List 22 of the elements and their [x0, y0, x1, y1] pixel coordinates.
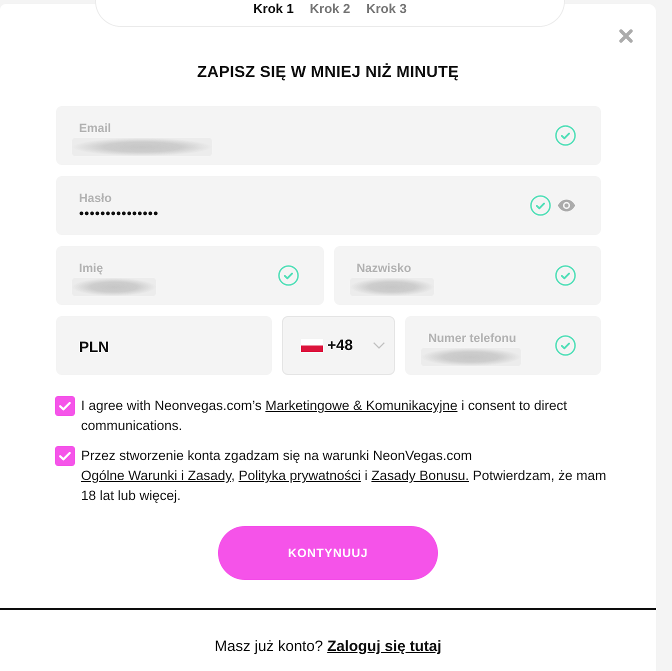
eye-icon: [557, 199, 576, 212]
consent-link[interactable]: Ogólne Warunki i Zasady: [81, 468, 232, 483]
dialog-title: ZAPISZ SIĘ W MNIEJ NIŻ MINUTĘ: [196, 63, 460, 83]
login-prompt: Masz już konto? Zaloguj się tutaj: [214, 637, 442, 657]
flag-icon: [301, 339, 324, 352]
consent-link[interactable]: Polityka prywatności: [238, 468, 361, 483]
checkbox[interactable]: [55, 396, 75, 416]
chevron-down-icon: [373, 342, 386, 349]
close-icon: [619, 29, 633, 43]
checkbox[interactable]: [55, 446, 75, 466]
step-label: Krok 3: [366, 1, 407, 16]
consent-link[interactable]: Zasady Bonusu.: [371, 468, 469, 483]
login-link[interactable]: Zaloguj się tutaj: [327, 638, 442, 655]
close-button[interactable]: [619, 29, 633, 43]
consent-link[interactable]: Marketingowe & Komunikacyjne: [265, 398, 458, 413]
consent-text: Przez stworzenie konta zgadzam się na warunki NeonVegas.com Ogólne Warunki i Zasady, Polityka prywatności i Zasady Bonusu. Potwierdzam, że mam 18 lat lub więcej.: [81, 447, 608, 505]
dial-code-select[interactable]: +48: [282, 316, 396, 375]
consent-text: I agree with Neonvegas.com’s Marketingowe & Komunikacyjne i consent to direct communications.: [81, 397, 568, 435]
currency-select[interactable]: PLN: [56, 316, 272, 375]
step-label: Krok 2: [310, 1, 350, 16]
password-field[interactable]: Hasło •••••••••••••••: [56, 176, 601, 235]
step-label: Krok 1: [253, 1, 294, 16]
